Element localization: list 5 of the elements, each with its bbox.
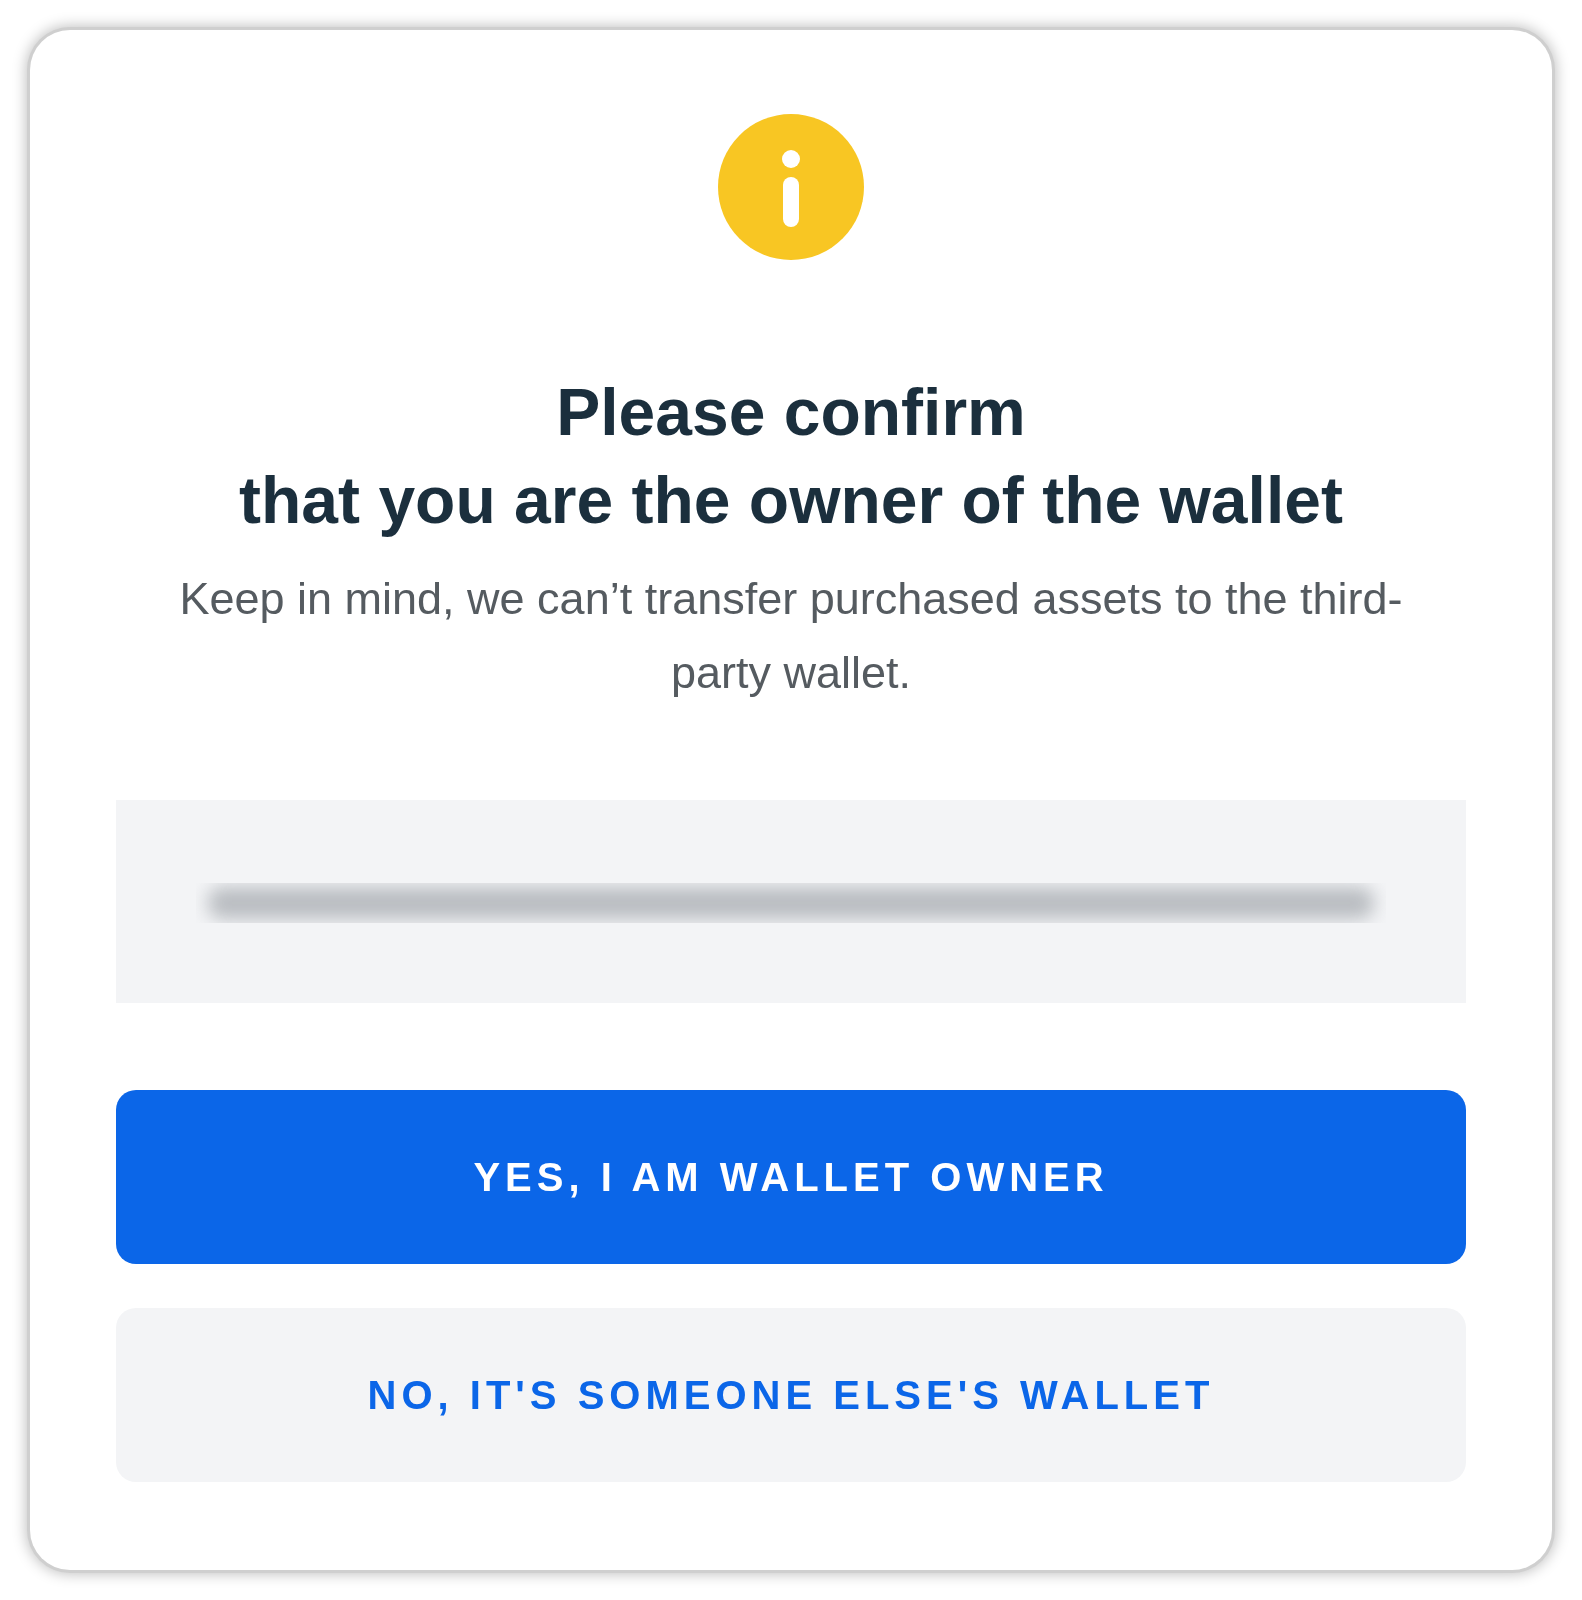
confirm-button[interactable]: YES, I AM WALLET OWNER — [116, 1090, 1466, 1264]
decline-button[interactable]: NO, IT'S SOMEONE ELSE'S WALLET — [116, 1308, 1466, 1482]
info-icon — [718, 114, 864, 260]
dialog-message: Keep in mind, we can’t transfer purchased assets to the third-party wallet. — [178, 572, 1404, 700]
dialog-title: Please confirm that you are the owner of the wallet — [239, 374, 1343, 539]
